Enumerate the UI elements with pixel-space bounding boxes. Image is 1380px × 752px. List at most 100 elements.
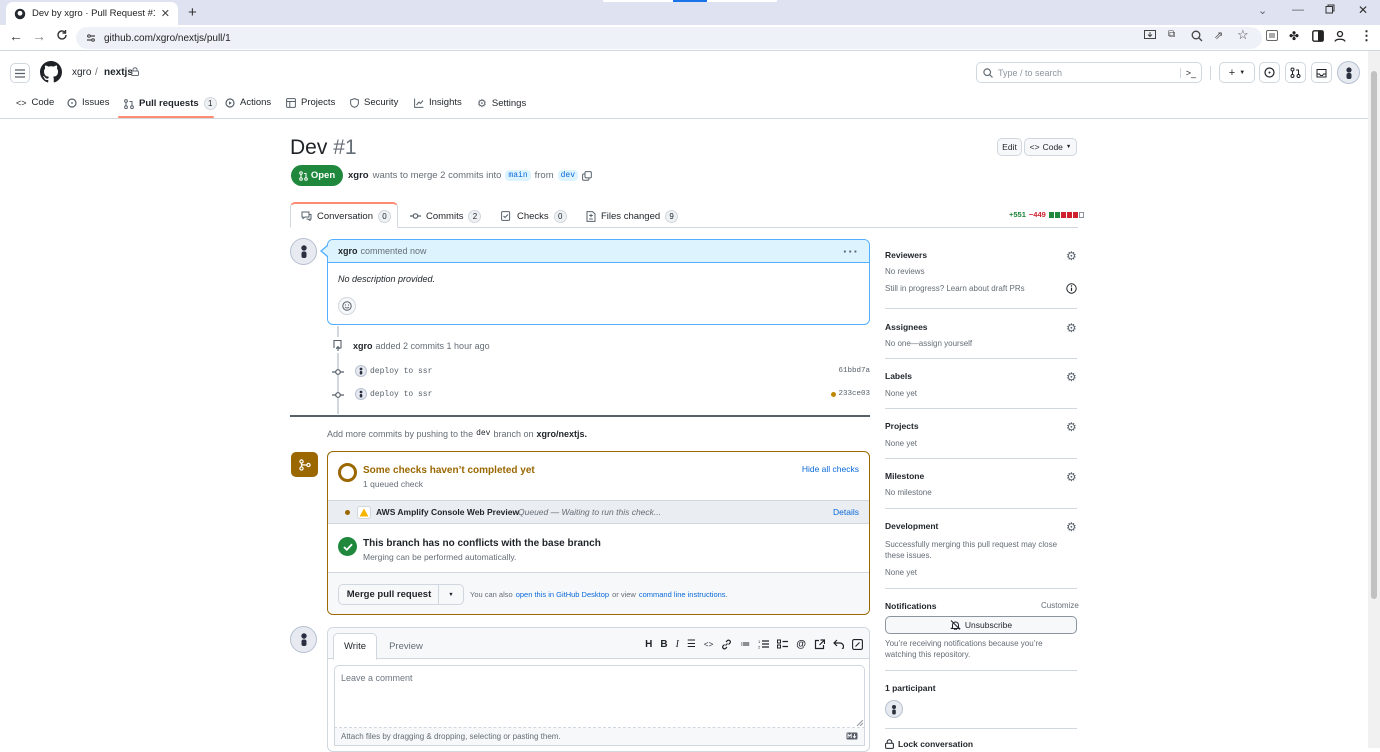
tab-checks[interactable]: Checks 0	[501, 204, 567, 228]
github-desktop-link[interactable]: open this in GitHub Desktop	[516, 590, 609, 599]
share-icon[interactable]: ⇗	[1214, 29, 1223, 42]
copy-icon[interactable]	[582, 170, 592, 181]
heading-icon[interactable]: H	[645, 639, 652, 650]
task-list-icon[interactable]	[777, 639, 789, 649]
customize-link[interactable]: Customize	[1041, 601, 1079, 610]
nav-projects[interactable]: Projects	[286, 97, 335, 108]
command-palette-icon[interactable]: >_	[1179, 67, 1201, 78]
labels-heading[interactable]: Labels	[885, 371, 912, 381]
markdown-icon[interactable]	[846, 732, 858, 740]
hide-all-checks-link[interactable]: Hide all checks	[802, 464, 859, 474]
milestone-heading[interactable]: Milestone	[885, 471, 924, 481]
forward-icon[interactable]: →	[32, 28, 46, 44]
address-bar[interactable]: github.com/xgro/nextjs/pull/1	[76, 27, 1262, 49]
issues-button[interactable]	[1259, 62, 1280, 83]
italic-icon[interactable]: I	[676, 639, 679, 650]
tab-commits[interactable]: Commits 2	[410, 204, 482, 228]
comment-author-link[interactable]: xgro	[338, 246, 358, 256]
reviewers-gear-icon[interactable]: ⚙	[1066, 249, 1077, 263]
nav-security[interactable]: Security	[350, 97, 398, 108]
commit-message-link[interactable]: deploy to ssr	[370, 367, 432, 376]
quote-icon[interactable]: ☰	[687, 639, 696, 650]
participant-avatar[interactable]	[885, 700, 903, 718]
composer-avatar[interactable]	[290, 626, 317, 653]
nav-settings[interactable]: ⚙ Settings	[477, 97, 526, 110]
resize-handle-icon[interactable]	[857, 720, 863, 726]
projects-gear-icon[interactable]: ⚙	[1066, 420, 1077, 434]
saved-reply-icon[interactable]	[833, 639, 844, 649]
repo-owner-link[interactable]: xgro	[72, 67, 91, 78]
new-tab-icon[interactable]: +	[188, 4, 197, 21]
milestone-gear-icon[interactable]: ⚙	[1066, 470, 1077, 484]
labels-gear-icon[interactable]: ⚙	[1066, 370, 1077, 384]
assignees-heading[interactable]: Assignees	[885, 322, 928, 332]
commits-event-author[interactable]: xgro	[353, 341, 373, 351]
close-window-icon[interactable]: ✕	[1358, 3, 1368, 17]
zoom-icon[interactable]	[1191, 30, 1203, 42]
mention-icon[interactable]: @	[796, 639, 806, 650]
code-dropdown-button[interactable]: <> Code ▼	[1024, 138, 1077, 156]
tab-preview[interactable]: Preview	[382, 633, 430, 659]
link-icon[interactable]	[721, 639, 732, 650]
comment-textarea[interactable]: Leave a comment	[334, 665, 865, 728]
reviewers-heading[interactable]: Reviewers	[885, 250, 927, 260]
commit-message-link[interactable]: deploy to ssr	[370, 390, 432, 399]
bold-icon[interactable]: B	[660, 639, 667, 650]
url-text[interactable]: github.com/xgro/nextjs/pull/1	[104, 33, 231, 44]
merge-method-dropdown[interactable]: ▼	[438, 584, 464, 605]
close-tab-icon[interactable]: ✕	[161, 7, 170, 20]
github-logo-icon[interactable]	[40, 61, 62, 83]
browser-tab[interactable]: Dev by xgro · Pull Request #1 ✕	[6, 2, 178, 25]
minimize-icon[interactable]: —	[1292, 2, 1304, 16]
hamburger-menu-button[interactable]	[10, 63, 30, 83]
development-gear-icon[interactable]: ⚙	[1066, 520, 1077, 534]
head-branch[interactable]: dev	[557, 170, 579, 181]
bookmark-star-icon[interactable]: ☆	[1237, 27, 1249, 43]
nav-insights[interactable]: Insights	[414, 97, 462, 108]
site-info-icon[interactable]	[86, 33, 96, 43]
assignees-value[interactable]: No one—assign yourself	[885, 339, 972, 348]
page-scrollbar[interactable]	[1368, 51, 1380, 748]
extension-icon-1[interactable]	[1266, 30, 1278, 41]
cross-reference-icon[interactable]	[814, 638, 825, 650]
assignees-gear-icon[interactable]: ⚙	[1066, 321, 1077, 335]
create-new-button[interactable]: + ▼	[1219, 62, 1255, 83]
add-reaction-button[interactable]	[338, 297, 356, 315]
ordered-list-icon[interactable]: 12	[758, 639, 770, 649]
tab-write[interactable]: Write	[333, 633, 377, 660]
user-avatar[interactable]	[1337, 61, 1360, 84]
base-branch[interactable]: main	[505, 170, 531, 181]
slash-commands-icon[interactable]	[852, 638, 863, 650]
search-input[interactable]: Type / to search >_	[976, 62, 1202, 83]
projects-heading[interactable]: Projects	[885, 421, 919, 431]
side-panel-icon[interactable]	[1312, 30, 1324, 42]
comment-author-avatar[interactable]	[290, 238, 317, 265]
check-details-link[interactable]: Details	[833, 507, 859, 517]
tab-files-changed[interactable]: Files changed 9	[586, 204, 679, 228]
back-icon[interactable]: ←	[9, 28, 23, 44]
tab-conversation-content[interactable]: Conversation 0	[301, 204, 391, 228]
install-app-icon[interactable]	[1144, 30, 1156, 41]
code-icon[interactable]: <>	[704, 640, 713, 649]
info-icon[interactable]	[1066, 283, 1077, 294]
attach-files-bar[interactable]: Attach files by dragging & dropping, sel…	[334, 728, 865, 746]
inbox-button[interactable]	[1311, 62, 1332, 83]
browser-menu-icon[interactable]: ⋮	[1360, 28, 1373, 44]
nav-code[interactable]: <> Code	[16, 97, 54, 108]
unsubscribe-button[interactable]: Unsubscribe	[885, 616, 1077, 634]
restore-icon[interactable]	[1325, 4, 1335, 14]
profile-icon[interactable]	[1334, 30, 1346, 42]
commit-sha-link[interactable]: 233ce03	[838, 390, 870, 398]
reload-icon[interactable]	[56, 29, 68, 41]
kebab-menu-icon[interactable]: ···	[843, 244, 859, 259]
edit-title-button[interactable]: Edit	[997, 138, 1022, 156]
nav-pull-requests[interactable]: Pull requests 1	[124, 97, 217, 110]
nav-issues[interactable]: Issues	[67, 97, 109, 108]
translate-icon[interactable]: ⧉	[1168, 29, 1175, 40]
tab-search-chevron-icon[interactable]: ⌄	[1258, 4, 1267, 17]
commit-author-avatar[interactable]	[355, 365, 367, 377]
extensions-puzzle-icon[interactable]: ✤	[1289, 29, 1299, 43]
repo-name-link[interactable]: nextjs	[104, 67, 133, 78]
nav-actions[interactable]: Actions	[225, 97, 271, 108]
merge-pull-request-button[interactable]: Merge pull request	[338, 584, 439, 605]
